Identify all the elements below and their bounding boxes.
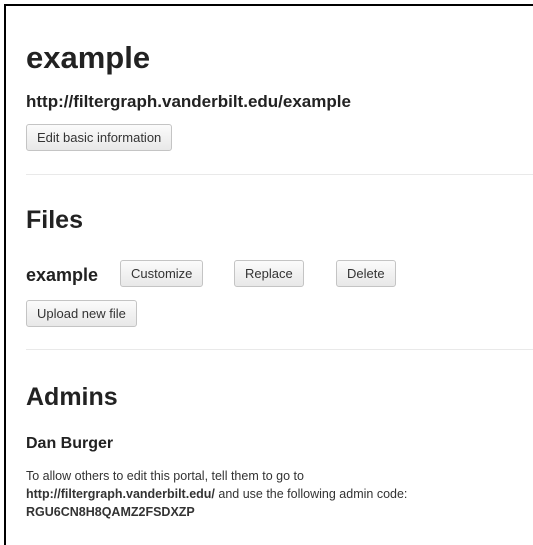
admin-instructions-middle: and use the following admin code:: [214, 487, 408, 501]
file-name: example: [26, 265, 99, 285]
admin-instructions-link-line: http://filtergraph.vanderbilt.edu/ and u…: [26, 485, 533, 503]
admin-code: RGU6CN8H8QAMZ2FSDXZP: [26, 505, 195, 519]
edit-basic-information-button[interactable]: Edit basic information: [26, 124, 173, 151]
portal-link[interactable]: http://filtergraph.vanderbilt.edu/: [26, 487, 215, 501]
portal-settings-panel: example http://filtergraph.vanderbilt.ed…: [4, 4, 533, 545]
section-divider: [26, 174, 533, 175]
customize-button[interactable]: Customize: [120, 260, 204, 287]
admins-heading: Admins: [26, 383, 118, 411]
section-divider: [26, 349, 533, 350]
delete-button[interactable]: Delete: [336, 260, 396, 287]
replace-button[interactable]: Replace: [234, 260, 304, 287]
portal-title: example: [26, 40, 151, 75]
admin-instructions: To allow others to edit this portal, tel…: [26, 467, 533, 521]
upload-new-file-button[interactable]: Upload new file: [26, 300, 137, 327]
portal-url: http://filtergraph.vanderbilt.edu/exampl…: [26, 92, 351, 111]
admin-name: Dan Burger: [26, 435, 114, 452]
admin-instructions-intro: To allow others to edit this portal, tel…: [26, 469, 304, 483]
files-heading: Files: [26, 206, 83, 234]
